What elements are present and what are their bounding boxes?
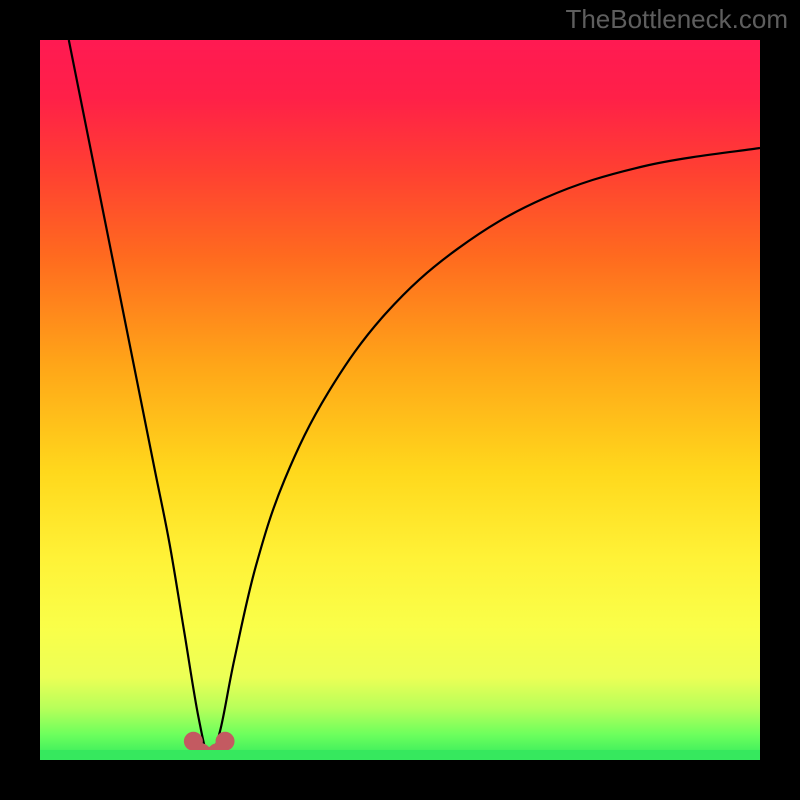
notch-markers	[40, 40, 760, 760]
green-floor-band	[40, 750, 760, 760]
plot-area	[40, 40, 760, 760]
chart-frame: TheBottleneck.com	[0, 0, 800, 800]
marker-dot	[216, 732, 235, 751]
watermark-text: TheBottleneck.com	[565, 4, 788, 35]
